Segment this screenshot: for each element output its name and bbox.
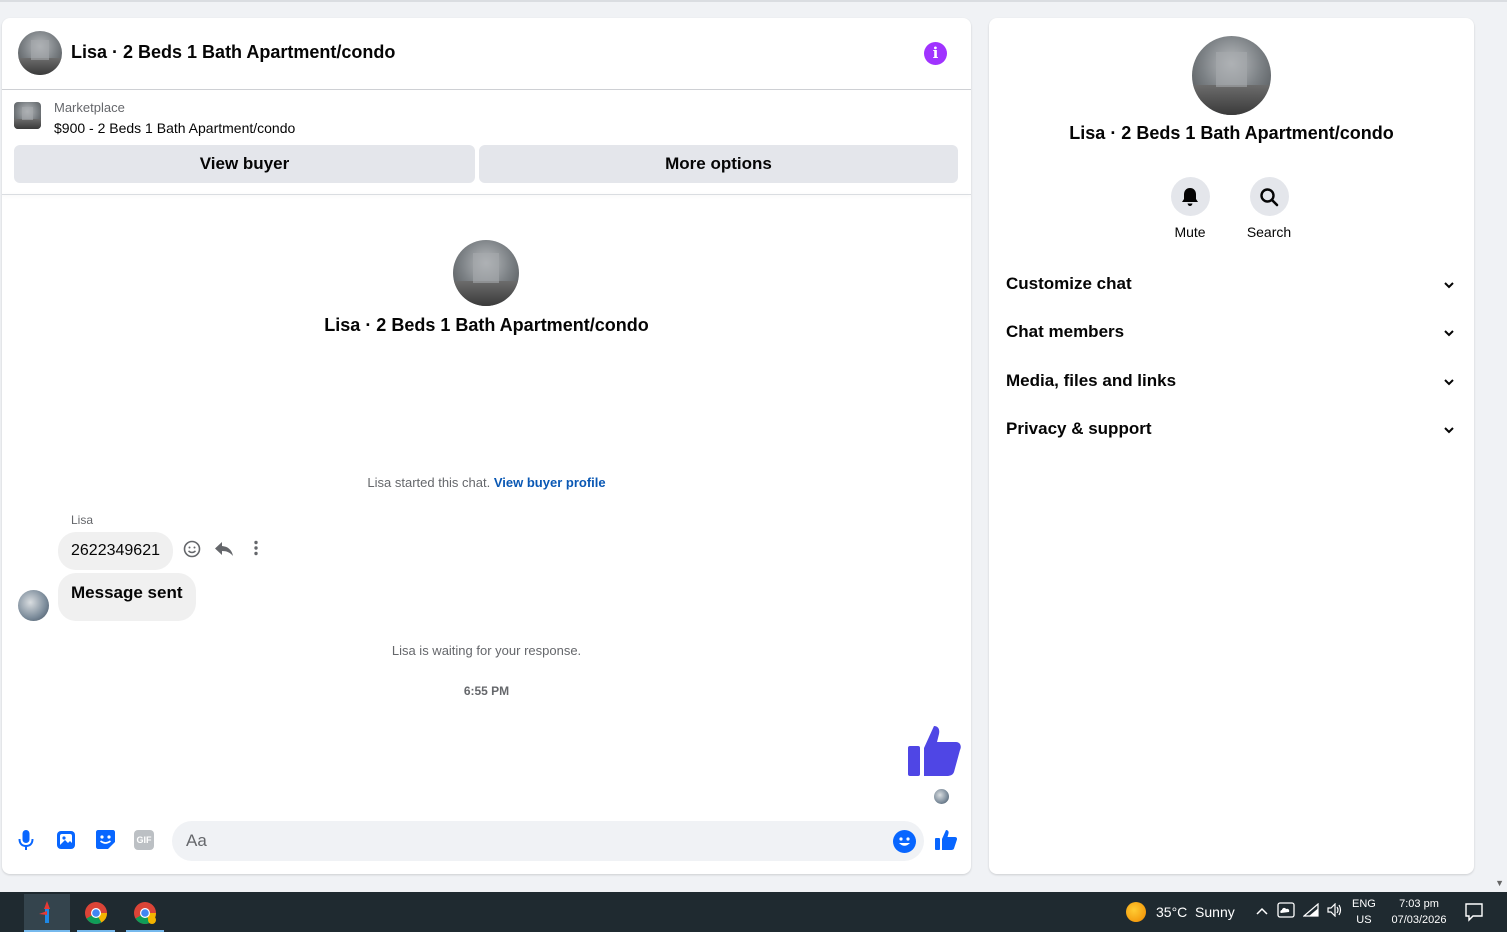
section-label: Customize chat: [1006, 274, 1132, 293]
message-input[interactable]: [172, 821, 872, 861]
chevron-down-icon: [1443, 421, 1455, 441]
section-customize-chat[interactable]: Customize chat: [1006, 274, 1457, 304]
language-indicator[interactable]: ENG US: [1352, 896, 1376, 928]
message-composer[interactable]: [172, 821, 924, 861]
section-label: Media, files and links: [1006, 371, 1177, 390]
chat-started-notice: Lisa started this chat. View buyer profi…: [2, 475, 971, 490]
composer-toolbar: GIF: [14, 828, 154, 851]
message-bubble[interactable]: 2622349621: [58, 532, 173, 570]
section-privacy-support[interactable]: Privacy & support: [1006, 419, 1457, 449]
chevron-down-icon: [1443, 324, 1455, 344]
thumbs-up-sent-icon[interactable]: [906, 722, 962, 783]
info-avatar: [1192, 36, 1271, 115]
conversation-title: Lisa · 2 Beds 1 Bath Apartment/condo: [324, 315, 649, 335]
photo-icon[interactable]: [54, 828, 77, 851]
listing-summary[interactable]: $900 - 2 Beds 1 Bath Apartment/condo: [54, 120, 295, 136]
react-icon[interactable]: [182, 540, 202, 560]
marketplace-label: Marketplace: [54, 100, 125, 115]
onedrive-icon[interactable]: [1277, 902, 1295, 921]
sender-avatar[interactable]: [18, 590, 49, 621]
send-like-icon[interactable]: [934, 829, 958, 856]
sender-name: Lisa: [71, 513, 94, 527]
search-label: Search: [1246, 224, 1292, 240]
chevron-down-icon: [1443, 276, 1455, 296]
browser-top-border: [0, 0, 1507, 2]
info-title: Lisa · 2 Beds 1 Bath Apartment/condo: [1069, 123, 1394, 143]
search-button[interactable]: Search: [1239, 177, 1299, 240]
system-tray: [1255, 902, 1343, 921]
waiting-notice: Lisa is waiting for your response.: [391, 643, 582, 658]
keyboard-region: US: [1356, 914, 1372, 926]
chrome-profile-icon[interactable]: [122, 894, 168, 932]
weather-text: 35°C Sunny: [1156, 904, 1235, 920]
seen-avatar: [934, 789, 949, 804]
microphone-icon[interactable]: [14, 828, 37, 851]
windows-taskbar: 35°C Sunny ENG US 7:03 pm 07/03/2026: [0, 892, 1507, 932]
started-text: Lisa started this chat.: [367, 475, 491, 490]
chrome-icon[interactable]: [73, 894, 119, 932]
chat-title[interactable]: Lisa · 2 Beds 1 Bath Apartment/condo: [71, 42, 395, 63]
section-chat-members[interactable]: Chat members: [1006, 322, 1457, 352]
view-buyer-button[interactable]: View buyer: [14, 145, 475, 183]
message-timestamp: 6:55 PM: [463, 684, 510, 698]
clock[interactable]: 7:03 pm 07/03/2026: [1386, 896, 1452, 928]
clock-time: 7:03 pm: [1399, 898, 1439, 910]
section-label: Privacy & support: [1006, 419, 1152, 438]
chat-header: Lisa · 2 Beds 1 Bath Apartment/condo i: [2, 18, 971, 90]
emoji-icon[interactable]: [893, 830, 916, 853]
sticker-icon[interactable]: [94, 828, 117, 851]
language-code: ENG: [1352, 898, 1376, 910]
reply-icon[interactable]: [214, 540, 234, 560]
notification-icon[interactable]: [1464, 902, 1484, 925]
bell-icon[interactable]: [1170, 177, 1210, 216]
more-vertical-icon[interactable]: [246, 540, 266, 560]
listing-avatar[interactable]: [18, 31, 62, 75]
sun-icon: [1126, 902, 1146, 922]
chevron-up-icon[interactable]: [1255, 904, 1269, 919]
clock-date: 07/03/2026: [1391, 914, 1447, 926]
mute-label: Mute: [1174, 224, 1206, 240]
conversation-info-panel: Lisa · 2 Beds 1 Bath Apartment/condo Mut…: [989, 18, 1474, 874]
app-launcher-icon[interactable]: [24, 894, 70, 932]
message-bubble[interactable]: Message sent: [58, 573, 196, 621]
info-icon[interactable]: i: [924, 42, 947, 65]
section-media-files-links[interactable]: Media, files and links: [1006, 371, 1457, 401]
view-buyer-profile-link[interactable]: View buyer profile: [494, 475, 606, 490]
more-options-button[interactable]: More options: [479, 145, 958, 183]
volume-icon[interactable]: [1327, 902, 1343, 920]
chevron-down-icon: [1443, 373, 1455, 393]
marketplace-thumbnail[interactable]: [14, 102, 41, 129]
section-label: Chat members: [1006, 322, 1125, 341]
conversation-avatar: [453, 240, 519, 306]
scroll-down-arrow-icon[interactable]: ▼: [1495, 878, 1504, 888]
file-explorer-icon[interactable]: [0, 894, 10, 932]
search-icon[interactable]: [1249, 177, 1289, 216]
chat-panel: Lisa · 2 Beds 1 Bath Apartment/condo i M…: [2, 18, 971, 874]
mute-button[interactable]: Mute: [1160, 177, 1220, 240]
divider: [2, 194, 971, 195]
wifi-icon[interactable]: [1302, 902, 1319, 920]
gif-icon[interactable]: GIF: [134, 829, 154, 850]
message-actions: [182, 540, 266, 560]
weather-widget[interactable]: 35°C Sunny: [1126, 902, 1235, 922]
